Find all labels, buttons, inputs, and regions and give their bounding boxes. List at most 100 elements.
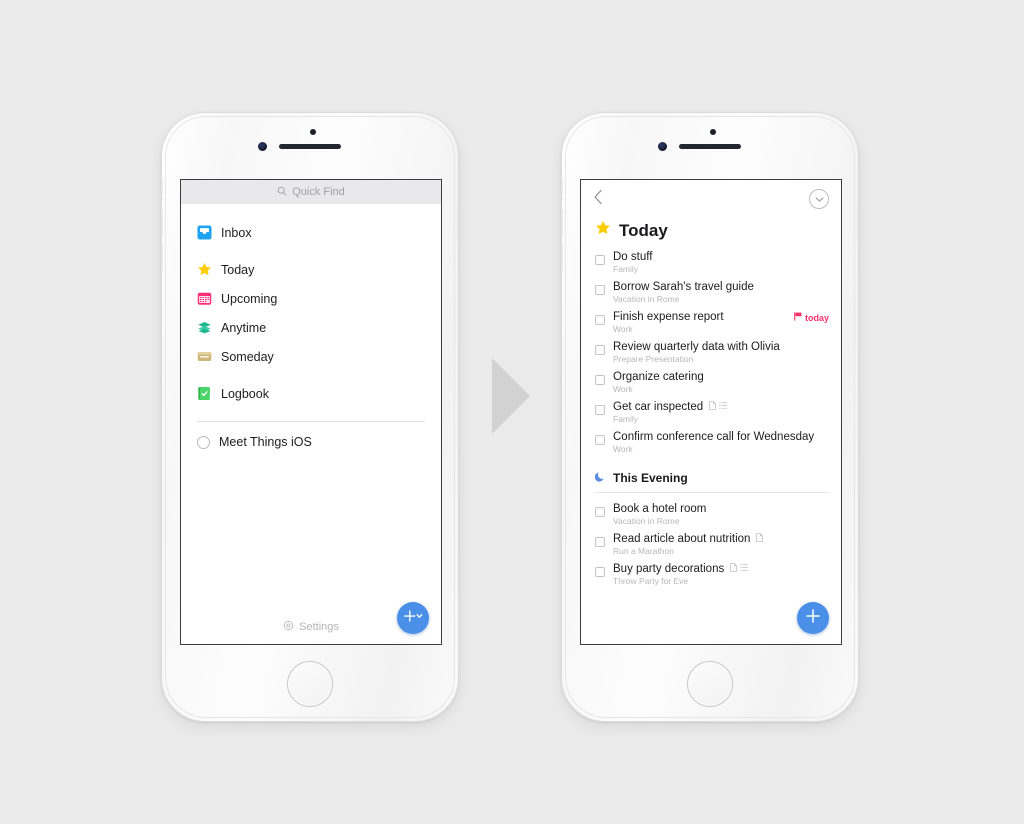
calendar-icon: [197, 291, 212, 306]
checkbox-icon[interactable]: [595, 507, 605, 517]
iphone-device-right: Today Do stuff Family Borrow Sarah's tra…: [560, 112, 860, 722]
flag-icon: [794, 312, 802, 323]
box-icon: [197, 349, 212, 364]
checkbox-icon[interactable]: [595, 435, 605, 445]
task-title: Organize catering: [613, 371, 704, 383]
task-title: Buy party decorations: [613, 563, 725, 575]
sidebar-divider: [197, 421, 425, 422]
screenshot-canvas: Quick Find Inbox Today Upcoming Anytime …: [0, 0, 1024, 824]
task-title: Do stuff: [613, 251, 653, 263]
task-title-wrap: Do stuff: [613, 251, 829, 264]
inbox-icon: [197, 225, 212, 240]
proximity-sensor: [258, 142, 267, 151]
screen-right: Today Do stuff Family Borrow Sarah's tra…: [580, 179, 842, 645]
section-this-evening: This Evening: [581, 459, 841, 485]
sidebar-item-logbook[interactable]: Logbook: [181, 379, 441, 408]
plus-chevron-icon: [402, 608, 424, 629]
checklist-icon: [740, 563, 749, 576]
sidebar-item-today[interactable]: Today: [181, 255, 441, 284]
volume-up-button[interactable]: [160, 209, 163, 236]
task-project: Vacation in Rome: [613, 294, 680, 304]
triangle-right-icon: [492, 358, 530, 434]
evening-task-list: Book a hotel room Vacation in Rome Read …: [581, 493, 841, 591]
checkbox-icon[interactable]: [595, 567, 605, 577]
sidebar-item-label: Today: [221, 262, 255, 277]
earpiece-speaker: [679, 144, 741, 149]
task-title-wrap: Get car inspected: [613, 401, 829, 414]
settings-label: Settings: [299, 621, 339, 633]
chevron-left-icon[interactable]: [593, 189, 604, 210]
add-task-fab-right[interactable]: [797, 602, 829, 634]
sidebar-item-anytime[interactable]: Anytime: [181, 313, 441, 342]
add-task-fab-left[interactable]: [397, 602, 429, 634]
mute-switch[interactable]: [160, 179, 163, 195]
task-project: Prepare Presentation: [613, 354, 694, 364]
task-title: Read article about nutrition: [613, 533, 751, 545]
home-button[interactable]: [287, 661, 333, 707]
mute-switch[interactable]: [560, 179, 563, 195]
project-label: Meet Things iOS: [219, 435, 312, 449]
power-button[interactable]: [857, 201, 860, 241]
task-row[interactable]: Review quarterly data with Olivia Prepar…: [581, 339, 841, 369]
power-button[interactable]: [457, 201, 460, 241]
quick-find-search-bar[interactable]: Quick Find: [181, 180, 441, 204]
task-title-wrap: Organize catering: [613, 371, 829, 384]
task-attachments: [730, 563, 749, 576]
task-row[interactable]: Get car inspected Family: [581, 399, 841, 429]
task-title: Borrow Sarah's travel guide: [613, 281, 754, 293]
task-row[interactable]: Read article about nutrition Run a Marat…: [581, 531, 841, 561]
task-row[interactable]: Organize catering Work: [581, 369, 841, 399]
moon-icon: [594, 471, 606, 485]
sidebar-item-someday[interactable]: Someday: [181, 342, 441, 371]
search-icon: [277, 186, 287, 199]
task-row[interactable]: Buy party decorations Throw Party for Ev…: [581, 561, 841, 591]
sidebar-item-label: Someday: [221, 349, 274, 364]
checkbox-icon[interactable]: [595, 315, 605, 325]
task-title-wrap: Borrow Sarah's travel guide: [613, 281, 829, 294]
sidebar-item-project[interactable]: Meet Things iOS: [181, 427, 441, 457]
front-camera: [310, 129, 316, 135]
volume-down-button[interactable]: [560, 244, 563, 271]
quick-find-placeholder: Quick Find: [292, 186, 345, 198]
checkbox-icon[interactable]: [595, 405, 605, 415]
task-title-wrap: Review quarterly data with Olivia: [613, 341, 829, 354]
task-row[interactable]: Borrow Sarah's travel guide Vacation in …: [581, 279, 841, 309]
task-attachments: [709, 401, 728, 414]
sidebar-item-label: Anytime: [221, 320, 267, 335]
task-project: Throw Party for Eve: [613, 576, 689, 586]
page-title: Today: [581, 214, 841, 241]
checkbox-icon[interactable]: [595, 255, 605, 265]
home-button[interactable]: [687, 661, 733, 707]
sidebar-item-label: Inbox: [221, 225, 252, 240]
note-icon: [756, 533, 764, 546]
sidebar-item-inbox[interactable]: Inbox: [181, 218, 441, 247]
circle-checkbox-icon[interactable]: [197, 435, 210, 449]
note-icon: [709, 401, 717, 414]
checklist-icon: [719, 401, 728, 414]
star-icon: [197, 262, 212, 277]
sidebar-item-upcoming[interactable]: Upcoming: [181, 284, 441, 313]
task-project: Work: [613, 324, 633, 334]
gear-icon: [283, 620, 294, 634]
task-row[interactable]: Confirm conference call for Wednesday Wo…: [581, 429, 841, 459]
section-label: This Evening: [613, 471, 688, 485]
task-title-wrap: Read article about nutrition: [613, 533, 829, 546]
task-title: Book a hotel room: [613, 503, 707, 515]
task-project: Run a Marathon: [613, 546, 674, 556]
volume-up-button[interactable]: [560, 209, 563, 236]
layers-icon: [197, 320, 212, 335]
checkbox-icon[interactable]: [595, 375, 605, 385]
sidebar-nav: Inbox Today Upcoming Anytime Someday Log…: [181, 204, 441, 408]
volume-down-button[interactable]: [160, 244, 163, 271]
checkbox-icon[interactable]: [595, 345, 605, 355]
task-row[interactable]: Finish expense report Work today: [581, 309, 841, 339]
task-title-wrap: Book a hotel room: [613, 503, 829, 516]
checkbox-icon[interactable]: [595, 285, 605, 295]
task-project: Work: [613, 444, 633, 454]
task-project: Family: [613, 264, 639, 274]
chevron-down-circle-icon[interactable]: [809, 189, 829, 209]
task-row[interactable]: Do stuff Family: [581, 249, 841, 279]
task-row[interactable]: Book a hotel room Vacation in Rome: [581, 501, 841, 531]
checkbox-icon[interactable]: [595, 537, 605, 547]
plus-icon: [804, 607, 822, 630]
